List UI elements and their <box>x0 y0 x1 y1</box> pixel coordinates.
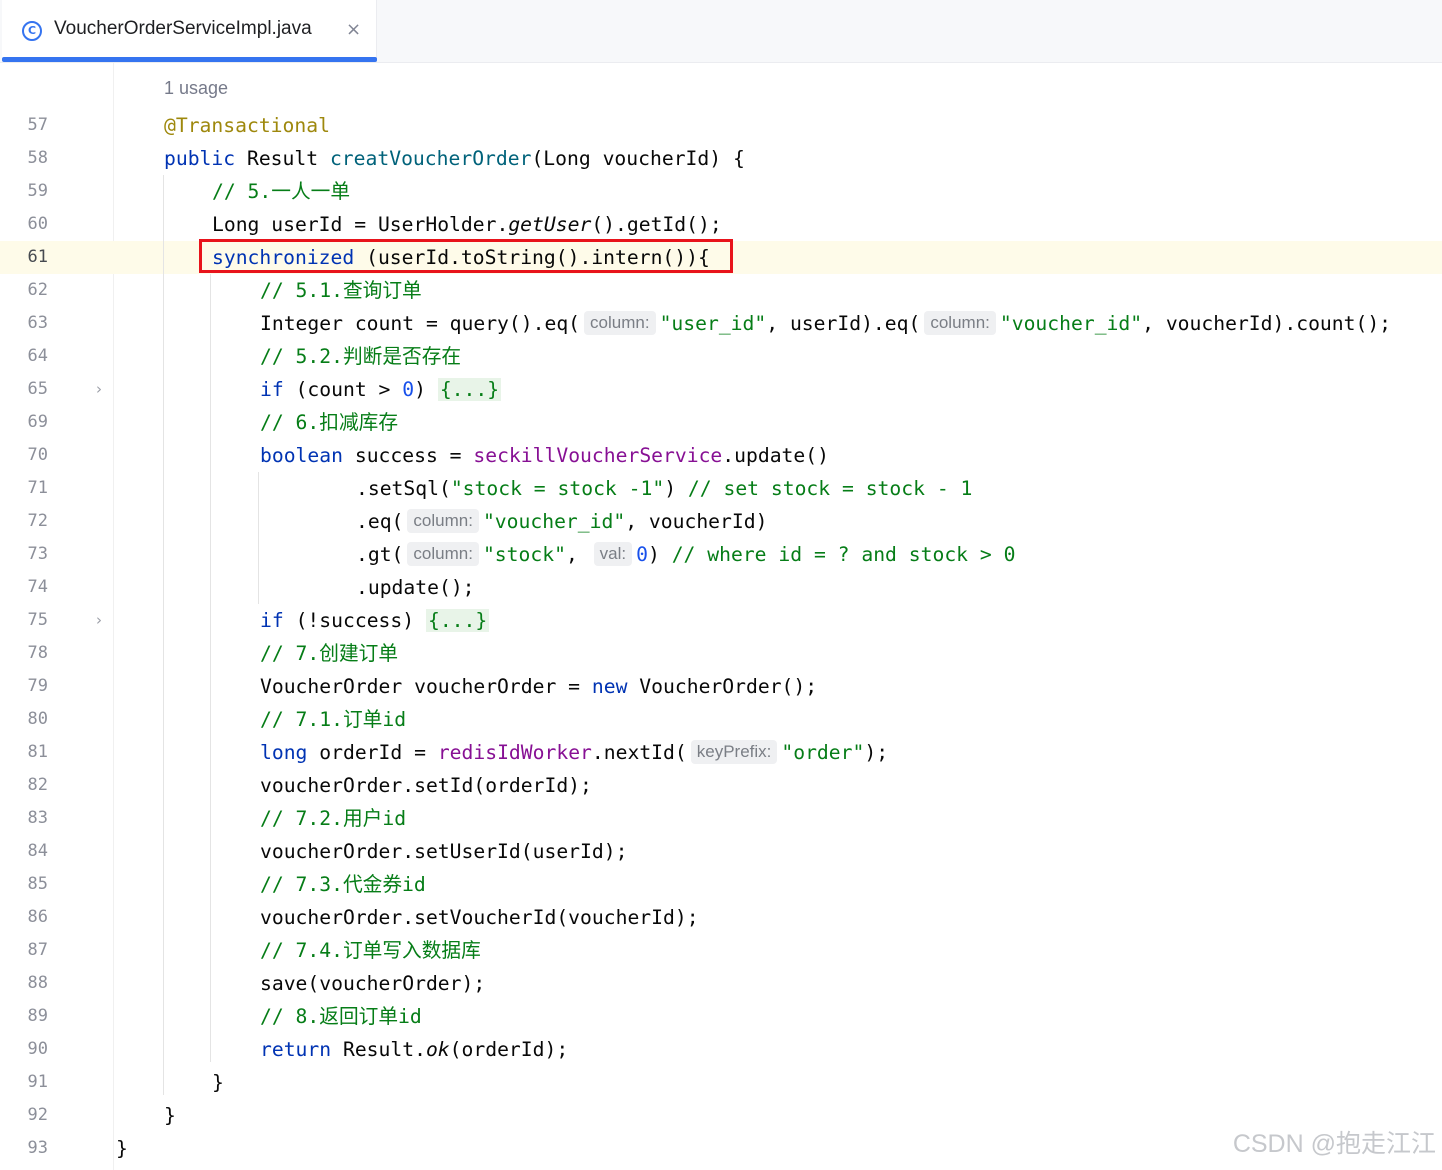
code-line: voucherOrder.setVoucherId(voucherId); <box>260 906 699 929</box>
line-number: 84 <box>27 841 48 861</box>
line-number: 78 <box>27 643 48 663</box>
line-number: 91 <box>27 1072 48 1092</box>
line-number: 57 <box>27 115 48 135</box>
code-line: // 5.2.判断是否存在 <box>260 345 462 368</box>
line-number: 93 <box>27 1138 48 1158</box>
line-number: 81 <box>27 742 48 762</box>
param-hint: column: <box>407 509 479 533</box>
line-number: 92 <box>27 1105 48 1125</box>
param-hint: val: <box>593 542 633 566</box>
line-number: 80 <box>27 709 48 729</box>
line-number: 64 <box>27 346 48 366</box>
code-line: VoucherOrder voucherOrder = new VoucherO… <box>260 675 818 698</box>
line-number: 86 <box>27 907 48 927</box>
code-line: // 5.1.查询订单 <box>260 279 422 302</box>
code-line: // 7.3.代金券id <box>260 873 426 896</box>
editor-tab-bar: C VoucherOrderServiceImpl.java × <box>0 0 1442 63</box>
tab-title: VoucherOrderServiceImpl.java <box>54 18 312 39</box>
line-number: 75 <box>27 610 48 630</box>
line-number: 72 <box>27 511 48 531</box>
indent-guide <box>163 175 164 1095</box>
param-hint: column: <box>407 542 479 566</box>
code-line: // 6.扣减库存 <box>260 411 399 434</box>
line-number-current: 61 <box>27 247 48 267</box>
code-line: if (!success) {...} <box>260 609 490 632</box>
code-line: } <box>212 1071 224 1094</box>
annotation-highlight-box <box>199 239 733 273</box>
line-number: 65 <box>27 379 48 399</box>
line-number: 85 <box>27 874 48 894</box>
line-number: 71 <box>27 478 48 498</box>
watermark: CSDN @抱走江江 <box>1232 1130 1436 1158</box>
line-number: 90 <box>27 1039 48 1059</box>
code-line: save(voucherOrder); <box>260 972 486 995</box>
chevron-right-icon[interactable]: › <box>96 604 108 637</box>
code-line: voucherOrder.setId(orderId); <box>260 774 592 797</box>
line-number: 88 <box>27 973 48 993</box>
usage-hint[interactable]: 1 usage <box>164 78 228 99</box>
line-number: 63 <box>27 313 48 333</box>
class-icon: C <box>22 21 42 41</box>
code-line: Integer count = query().eq(column: "user_… <box>260 311 1392 335</box>
chevron-right-icon[interactable]: › <box>96 373 108 406</box>
code-line: long orderId = redisIdWorker.nextId(keyP… <box>260 740 889 764</box>
line-number: 59 <box>27 181 48 201</box>
code-line: .eq(column: "voucher_id", voucherId) <box>356 509 768 533</box>
code-line: .setSql("stock = stock -1") // set stock… <box>356 477 973 500</box>
line-number: 83 <box>27 808 48 828</box>
active-tab-indicator <box>2 57 377 62</box>
code-line: // 7.4.订单写入数据库 <box>260 939 481 962</box>
code-line: } <box>116 1137 128 1160</box>
code-line: // 5.一人一单 <box>212 180 351 203</box>
line-number: 70 <box>27 445 48 465</box>
param-hint: column: <box>924 311 996 335</box>
code-line: boolean success = seckillVoucherService.… <box>260 444 829 467</box>
code-line: return Result.ok(orderId); <box>260 1038 569 1061</box>
tab-voucher-order-service-impl[interactable]: C VoucherOrderServiceImpl.java × <box>2 0 377 62</box>
indent-guide <box>210 274 211 1062</box>
code-line: public Result creatVoucherOrder(Long vou… <box>164 147 745 170</box>
line-number: 87 <box>27 940 48 960</box>
code-line: // 8.返回订单id <box>260 1005 422 1028</box>
folded-block[interactable]: {...} <box>437 378 502 401</box>
line-number: 89 <box>27 1006 48 1026</box>
param-hint: column: <box>584 311 656 335</box>
line-number: 58 <box>27 148 48 168</box>
code-line: @Transactional <box>164 114 330 137</box>
line-number: 62 <box>27 280 48 300</box>
indent-guide <box>258 472 259 604</box>
code-line: Long userId = UserHolder.getUser().getId… <box>212 213 722 236</box>
line-number: 79 <box>27 676 48 696</box>
close-icon[interactable]: × <box>346 19 361 40</box>
line-number: 69 <box>27 412 48 432</box>
code-line: // 7.1.订单id <box>260 708 407 731</box>
code-line: } <box>164 1104 176 1127</box>
line-number: 73 <box>27 544 48 564</box>
line-number: 60 <box>27 214 48 234</box>
code-line: if (count > 0) {...} <box>260 378 502 401</box>
code-editor[interactable]: 1 usage 57 58 59 60 61 62 63 64 65 69 70… <box>0 63 1442 1170</box>
code-line: // 7.创建订单 <box>260 642 399 665</box>
line-number: 74 <box>27 577 48 597</box>
param-hint: keyPrefix: <box>690 740 778 764</box>
line-number: 82 <box>27 775 48 795</box>
code-line: // 7.2.用户id <box>260 807 407 830</box>
code-line: .update(); <box>356 576 475 599</box>
code-line: .gt(column: "stock", val: 0) // where id =… <box>356 542 1016 566</box>
code-line: voucherOrder.setUserId(userId); <box>260 840 628 863</box>
folded-block[interactable]: {...} <box>425 609 490 632</box>
